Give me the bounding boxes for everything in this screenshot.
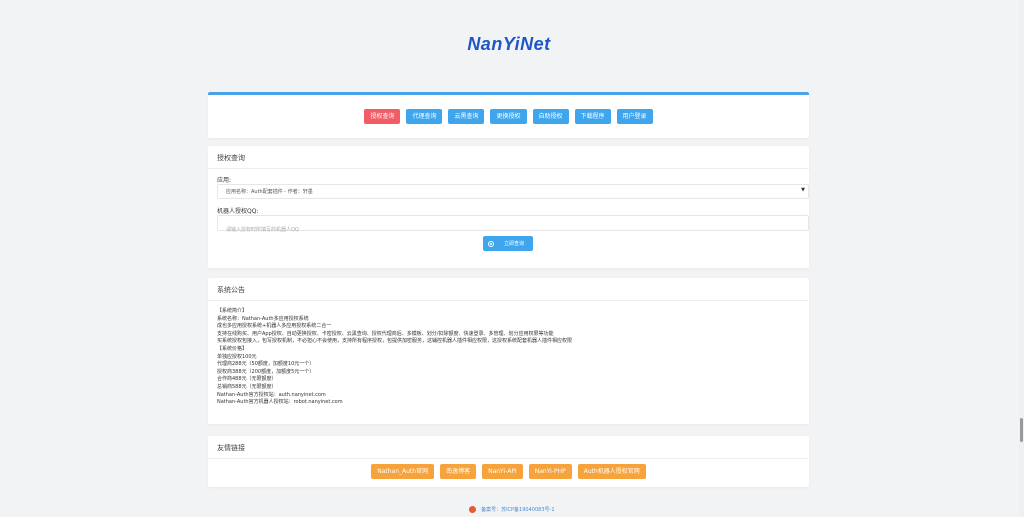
link-button-auth-robot[interactable]: Auth机器人授权官网 xyxy=(577,464,646,479)
friend-links-card: 友情链接 Nathan_Auth官网 南逸博客 NanYi-API NanYi-… xyxy=(208,436,809,487)
notice-line: 成也多应用授权系统+机器人多应用授权系统二合一 xyxy=(217,323,332,330)
notice-line: Nathan-Auth官方授权站：auth.nanyinet.com xyxy=(217,391,326,398)
links-row: Nathan_Auth官网 南逸博客 NanYi-API NanYi-PHP A… xyxy=(208,464,809,479)
page-scrollbar[interactable] xyxy=(1019,0,1024,517)
notice-line: 买系统授权包接入，包写授权机制，不必担心不会使用，支持所有程序授权，包提供加密服… xyxy=(217,338,573,345)
submit-query-label: 立即查询 xyxy=(504,241,525,247)
link-button-nanyi-php[interactable]: NanYi-PHP xyxy=(528,464,572,479)
robot-qq-input[interactable] xyxy=(218,223,808,237)
notice-card: 系统公告 【系统简介】 系统名称：Nathan-Auth多应用授权系统 成也多应… xyxy=(208,278,809,424)
chevron-down-icon: ▼ xyxy=(801,187,805,193)
nav-card: 授权查询 代理查询 云黑查询 更换授权 自助授权 下载程序 用户登录 xyxy=(208,92,809,138)
footer: 备案号：苏ICP备19040083号-1 xyxy=(0,506,1024,513)
notice-body: 【系统简介】 系统名称：Nathan-Auth多应用授权系统 成也多应用授权系统… xyxy=(217,308,572,407)
submit-query-button[interactable]: 立即查询 xyxy=(483,236,533,251)
nav-button-row: 授权查询 代理查询 云黑查询 更换授权 自助授权 下载程序 用户登录 xyxy=(208,109,809,124)
notice-line: Nathan-Auth官方机器人授权站：robot.nanyinet.com xyxy=(217,399,343,406)
notice-line: 【系统价格】 xyxy=(217,345,248,352)
notice-line: 代理商288元（50额度，加额度10元一个） xyxy=(217,361,315,368)
nav-button-change-auth[interactable]: 更换授权 xyxy=(490,109,527,124)
notice-line: 【系统简介】 xyxy=(217,308,248,314)
app-select-value: 应用名称：Auth配套插件 - 作者：轩墨 xyxy=(226,189,313,195)
search-icon xyxy=(488,240,494,247)
nav-button-auth-query[interactable]: 授权查询 xyxy=(364,109,401,124)
link-button-nanyi-blog[interactable]: 南逸博客 xyxy=(440,464,477,479)
link-button-nathan-auth[interactable]: Nathan_Auth官网 xyxy=(371,464,435,479)
links-card-title: 友情链接 xyxy=(217,444,245,452)
icp-link[interactable]: 备案号：苏ICP备19040083号-1 xyxy=(481,507,554,513)
query-card-title: 授权查询 xyxy=(217,154,245,162)
nav-button-self-auth[interactable]: 自助授权 xyxy=(532,109,569,124)
auth-query-card: 授权查询 应用: 应用名称：Auth配套插件 - 作者：轩墨 ▼ 机器人授权QQ… xyxy=(208,146,809,268)
divider xyxy=(208,458,809,459)
nav-button-user-login[interactable]: 用户登录 xyxy=(616,109,653,124)
notice-line: 总销商588元（无限额度） xyxy=(217,383,277,390)
nav-button-agent-query[interactable]: 代理查询 xyxy=(406,109,443,124)
app-label: 应用: xyxy=(217,177,232,184)
app-select[interactable]: 应用名称：Auth配套插件 - 作者：轩墨 ▼ xyxy=(217,184,809,199)
divider xyxy=(208,168,809,169)
nav-button-download[interactable]: 下载程序 xyxy=(574,109,611,124)
qq-label: 机器人授权QQ: xyxy=(217,208,259,215)
site-logo: NanYiNet xyxy=(467,34,551,54)
beian-icon xyxy=(469,506,477,513)
qq-input-wrapper xyxy=(217,215,809,237)
notice-card-title: 系统公告 xyxy=(217,286,245,294)
notice-line: 合作商488元（无限额度） xyxy=(217,376,277,383)
divider xyxy=(208,300,809,301)
nav-button-blacklist-query[interactable]: 云黑查询 xyxy=(448,109,485,124)
link-button-nanyi-api[interactable]: NanYi-API xyxy=(482,464,523,479)
scrollbar-thumb[interactable] xyxy=(1020,418,1023,442)
